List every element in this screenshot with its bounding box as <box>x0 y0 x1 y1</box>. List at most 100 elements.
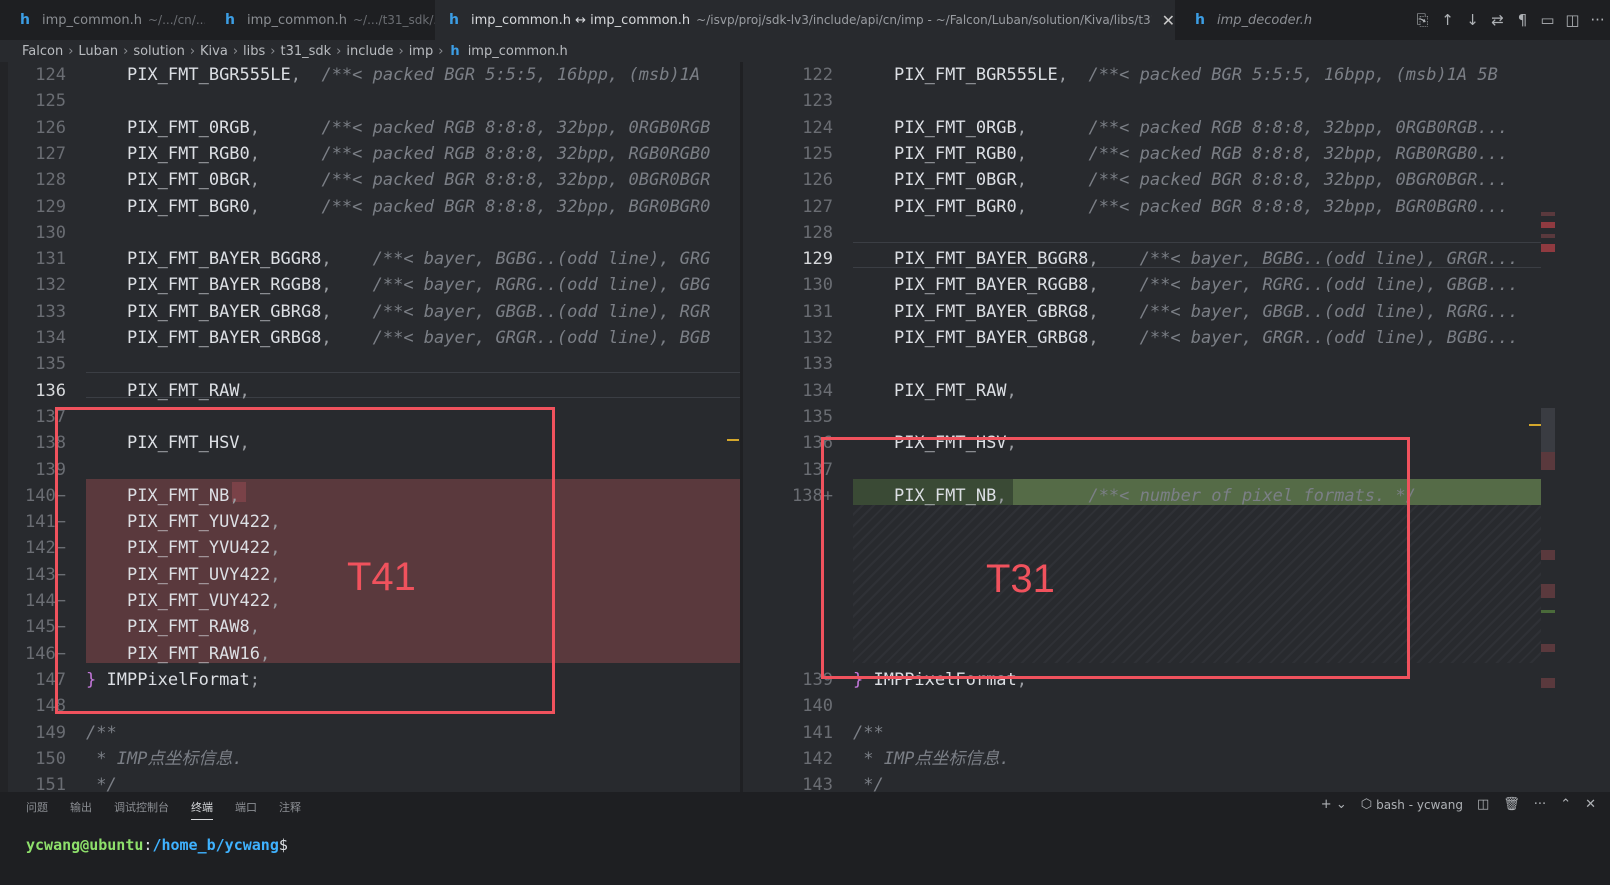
diff-marker <box>1541 644 1555 652</box>
line-number: 130 <box>35 222 66 243</box>
diff-marker <box>1541 610 1555 613</box>
tab-imp-common-cn[interactable]: h imp_common.h ~/.../cn/... <box>0 0 205 40</box>
code-text: PIX_FMT_0RGB, /**< packed RGB 8:8:8, 32b… <box>126 117 711 138</box>
more-actions-icon[interactable]: ··· <box>1585 11 1610 29</box>
annotation-label-left: T41 <box>347 555 416 599</box>
tab-imp-decoder[interactable]: h imp_decoder.h <box>1175 0 1335 40</box>
code-comment: /**< bayer, RGRG..(odd line), GBGB... <box>1139 275 1519 296</box>
code-comment: /**< bayer, BGBG..(odd line), GRG <box>372 249 711 270</box>
code-line: 142 * IMP点坐标信息. <box>775 746 1610 772</box>
tab-description: ~/isvp/proj/sdk-lv3/include/api/cn/imp -… <box>696 13 1151 27</box>
diff-marker <box>1541 212 1555 216</box>
breadcrumb: Falcon › Luban › solution › Kiva › libs › t31… <box>0 40 1610 62</box>
annotation-label-right: T31 <box>986 557 1055 601</box>
whitespace-icon[interactable]: ¶ <box>1510 11 1535 29</box>
breadcrumb-item[interactable]: Luban <box>78 44 118 59</box>
line-number: 124 <box>802 117 833 138</box>
breadcrumb-item[interactable]: solution <box>133 44 184 59</box>
new-terminal-icon[interactable]: + ⌄ <box>1321 797 1347 812</box>
scroll-slider[interactable] <box>1541 408 1555 452</box>
chevron-right-icon: › <box>123 43 129 59</box>
panel-tabs: 问题 输出 调试控制台 终端 端口 注释 <box>26 799 323 820</box>
code-line: 141 /** <box>775 720 1610 746</box>
left-scroll-track[interactable] <box>0 62 8 792</box>
code-line: 133 <box>775 351 1610 377</box>
annotation-box-right <box>821 437 1410 679</box>
breadcrumb-item[interactable]: Kiva <box>200 44 228 59</box>
maximize-panel-icon[interactable]: ⌃ <box>1560 797 1571 812</box>
code-line: 132 PIX_FMT_BAYER_RGGB8, /**< bayer, RGR… <box>0 272 740 298</box>
line-number: 140 <box>802 696 833 717</box>
code-line: 124 PIX_FMT_0RGB, /**< packed RGB 8:8:8,… <box>775 115 1610 141</box>
line-number: 132 <box>35 275 66 296</box>
code-line: 134 PIX_FMT_BAYER_GRBG8, /**< bayer, GRG… <box>0 325 740 351</box>
overview-ruler[interactable] <box>1541 62 1610 792</box>
divider <box>740 62 743 792</box>
code-line: 122 PIX_FMT_BGR555LE, /**< packed BGR 5:… <box>775 62 1610 88</box>
panel-tab-output[interactable]: 输出 <box>70 799 92 820</box>
breadcrumb-item[interactable]: Falcon <box>22 44 63 59</box>
code-comment: /**< packed BGR 5:5:5, 16bpp, (msb)1A 5B <box>1088 65 1498 85</box>
swap-sides-icon[interactable]: ⇄ <box>1485 11 1510 29</box>
diff-marker <box>1541 678 1555 688</box>
breadcrumb-item[interactable]: imp <box>409 44 434 59</box>
code-text: PIX_FMT_BAYER_RGGB8, /**< bayer, RGRG..(… <box>893 275 1519 296</box>
code-line: 140 <box>775 693 1610 719</box>
terminal-icon: ⬡ <box>1360 797 1373 812</box>
code-line: 130 <box>0 220 740 246</box>
map-icon[interactable]: ▭ <box>1535 11 1560 29</box>
line-number: 125 <box>35 91 66 112</box>
line-number: 150 <box>35 748 66 769</box>
line-number: 128 <box>802 222 833 243</box>
breadcrumb-item[interactable]: libs <box>243 44 265 59</box>
line-number: 135 <box>35 354 66 375</box>
prompt-user: ycwang@ubuntu <box>26 836 144 854</box>
panel-tab-comments[interactable]: 注释 <box>279 799 301 820</box>
code-text: */ <box>853 775 884 792</box>
line-number: 128 <box>35 170 66 191</box>
c-header-file-icon: h <box>225 12 235 28</box>
terminal-prompt[interactable]: ycwang@ubuntu:/home_b/ycwang$ <box>26 836 288 854</box>
line-number: 143 <box>802 775 833 792</box>
breadcrumb-item-current[interactable]: imp_common.h <box>468 44 568 59</box>
breadcrumb-item[interactable]: t31_sdk <box>280 44 331 59</box>
panel-tab-terminal[interactable]: 终端 <box>191 799 213 820</box>
code-text: PIX_FMT_BGR555LE, /**< packed BGR 5:5:5,… <box>893 65 1498 85</box>
code-line: 133 PIX_FMT_BAYER_GBRG8, /**< bayer, GBG… <box>0 299 740 325</box>
panel-tab-problems[interactable]: 问题 <box>26 799 48 820</box>
panel-tab-ports[interactable]: 端口 <box>235 799 257 820</box>
close-panel-icon[interactable]: ✕ <box>1585 797 1596 812</box>
bottom-panel: 问题 输出 调试控制台 终端 端口 注释 + ⌄ ⬡ bash - ycwang… <box>0 792 1610 885</box>
breadcrumb-item[interactable]: include <box>346 44 393 59</box>
tab-description: ~/.../cn/... <box>148 13 205 27</box>
close-tab-icon[interactable]: ✕ <box>1162 11 1175 30</box>
split-editor-icon[interactable]: ◫ <box>1560 11 1585 29</box>
line-number: 129 <box>35 196 66 217</box>
split-terminal-icon[interactable]: ◫ <box>1477 797 1489 812</box>
next-change-icon[interactable]: ↓ <box>1460 11 1485 29</box>
terminal-name[interactable]: bash - ycwang <box>1376 798 1463 812</box>
open-file-icon[interactable]: ⎘ <box>1410 11 1435 29</box>
code-text: PIX_FMT_BGR555LE, /**< packed BGR 5:5:5,… <box>126 65 701 85</box>
tab-diff-active[interactable]: h imp_common.h ↔ imp_common.h ~/isvp/pro… <box>435 0 1175 40</box>
code-text: PIX_FMT_BAYER_RGGB8, /**< bayer, RGRG..(… <box>126 275 711 296</box>
code-line: 123 <box>775 88 1610 114</box>
diff-sash[interactable] <box>740 62 775 792</box>
tab-imp-common-t31[interactable]: h imp_common.h ~/.../t31_sdk/... <box>205 0 435 40</box>
more-actions-icon[interactable]: ··· <box>1534 797 1546 812</box>
code-comment: /**< bayer, BGBG..(odd line), GRGR... <box>1139 249 1519 270</box>
cursor-marker <box>1529 424 1541 426</box>
panel-tab-debug-console[interactable]: 调试控制台 <box>114 799 169 820</box>
code-line: 135 <box>0 351 740 377</box>
previous-change-icon[interactable]: ↑ <box>1435 11 1460 29</box>
line-number: 126 <box>35 117 66 138</box>
prompt-path: /home_b/ycwang <box>152 836 279 854</box>
trash-icon[interactable]: 🗑 <box>1503 797 1520 812</box>
code-comment: /**< bayer, RGRG..(odd line), GBG <box>372 275 711 296</box>
annotation-box-left <box>55 407 555 714</box>
diff-marker <box>1541 234 1555 238</box>
diff-editor-modified[interactable]: 122 PIX_FMT_BGR555LE, /**< packed BGR 5:… <box>775 62 1610 792</box>
line-number: 132 <box>802 328 833 348</box>
code-comment: /**< packed RGB 8:8:8, 32bpp, RGB0RGB0..… <box>1088 143 1509 164</box>
code-text: PIX_FMT_RGB0, /**< packed RGB 8:8:8, 32b… <box>126 143 711 164</box>
